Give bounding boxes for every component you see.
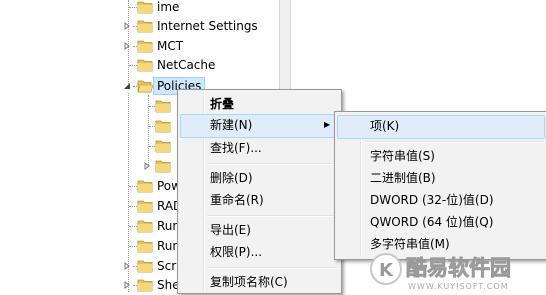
- folder-icon: [155, 119, 171, 133]
- folder-open-icon: [137, 79, 154, 93]
- watermark-url: WWW.KUYISOFT.COM: [408, 282, 509, 291]
- tree-node-child[interactable]: [140, 157, 177, 175]
- expand-arrow-icon[interactable]: [122, 276, 131, 294]
- expand-arrow-icon[interactable]: [142, 157, 151, 175]
- tree-connector: [129, 206, 137, 207]
- expand-arrow-icon[interactable]: [122, 17, 131, 35]
- new-submenu: 项(K) 字符串值(S) 二进制值(B) DWORD (32-位)值(D) QW…: [334, 111, 546, 260]
- tree-node-label: MCT: [157, 39, 184, 53]
- tree-node-label: Scr: [157, 259, 177, 273]
- menu-item-string-value[interactable]: 字符串值(S): [338, 145, 544, 167]
- menu-item-binary-value[interactable]: 二进制值(B): [338, 167, 544, 189]
- watermark-logo: K 酷易软件园 WWW.KUYISOFT.COM: [370, 253, 511, 291]
- folder-icon: [137, 179, 153, 193]
- menu-item-label: 删除(D): [210, 171, 253, 185]
- menu-item-qword-value[interactable]: QWORD (64 位)值(Q): [338, 211, 544, 233]
- watermark-logo-letter: K: [379, 260, 394, 281]
- menu-item-label: 权限(P)...: [210, 245, 263, 259]
- menu-item-label: 新建(N): [210, 118, 253, 132]
- tree-connector: [129, 186, 137, 187]
- context-menu: 折叠 新建(N) ▶ 查找(F)... 删除(D) 重命名(R) 导出(E) 权…: [177, 89, 342, 294]
- menu-item-copy-key-name[interactable]: 复制项名称(C): [181, 271, 336, 293]
- watermark: K 酷易软件园 WWW.KUYISOFT.COM: [366, 239, 546, 292]
- expand-arrow-icon[interactable]: [122, 257, 131, 275]
- folder-icon: [137, 278, 153, 292]
- folder-icon: [137, 19, 153, 33]
- menu-item-collapse[interactable]: 折叠: [181, 93, 336, 115]
- tree-node-child[interactable]: [155, 97, 177, 115]
- tree-node-label: NetCache: [157, 58, 216, 72]
- menu-item-label: 折叠: [210, 97, 235, 111]
- tree-node-label: Internet Settings: [157, 19, 258, 33]
- menu-item-label: 二进制值(B): [370, 171, 436, 185]
- menu-item-rename[interactable]: 重命名(R): [181, 189, 336, 211]
- menu-item-label: 查找(F)...: [210, 141, 262, 155]
- menu-separator: [364, 141, 544, 143]
- folder-icon: [137, 0, 153, 14]
- menu-item-label: QWORD (64 位)值(Q): [370, 215, 494, 229]
- menu-item-permissions[interactable]: 权限(P)...: [181, 241, 336, 263]
- folder-icon: [155, 159, 171, 173]
- folder-icon: [137, 219, 153, 233]
- folder-icon: [155, 139, 171, 153]
- folder-icon: [155, 99, 171, 113]
- menu-item-new-key[interactable]: 项(K): [337, 115, 545, 139]
- tree-connector: [129, 246, 137, 247]
- folder-icon: [137, 239, 153, 253]
- expand-arrow-icon[interactable]: [122, 37, 131, 55]
- folder-icon: [137, 199, 153, 213]
- tree-connector: [129, 65, 137, 66]
- menu-item-new[interactable]: 新建(N) ▶: [180, 114, 337, 138]
- menu-item-delete[interactable]: 删除(D): [181, 167, 336, 189]
- menu-item-label: 导出(E): [210, 223, 251, 237]
- folder-icon: [137, 58, 153, 72]
- tree-node-child[interactable]: [155, 117, 177, 135]
- menu-item-dword-value[interactable]: DWORD (32-位)值(D): [338, 189, 544, 211]
- tree-connector: [129, 7, 137, 8]
- menu-item-find[interactable]: 查找(F)...: [181, 137, 336, 159]
- collapse-arrow-icon[interactable]: [122, 77, 131, 95]
- menu-item-label: DWORD (32-位)值(D): [370, 193, 494, 207]
- menu-item-export[interactable]: 导出(E): [181, 219, 336, 241]
- folder-icon: [137, 259, 153, 273]
- menu-separator: [207, 267, 337, 269]
- menu-separator: [207, 163, 337, 165]
- tree-connector: [129, 226, 137, 227]
- tree-node-label: ime: [157, 0, 180, 14]
- folder-icon: [137, 39, 153, 53]
- menu-item-label: 重命名(R): [210, 193, 264, 207]
- submenu-arrow-icon: ▶: [324, 120, 331, 129]
- menu-item-label: 复制项名称(C): [210, 275, 288, 289]
- menu-separator: [207, 215, 337, 217]
- watermark-title: 酷易软件园: [406, 256, 511, 280]
- menu-item-label: 字符串值(S): [370, 149, 435, 163]
- tree-node-child[interactable]: [155, 137, 177, 155]
- menu-item-label: 项(K): [370, 119, 400, 133]
